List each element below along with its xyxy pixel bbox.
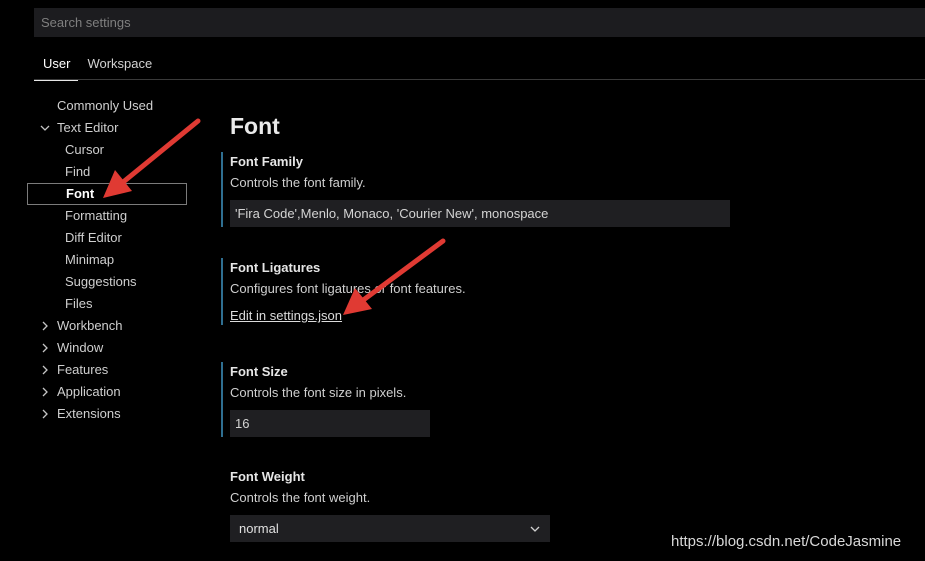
chevron-down-icon	[40, 125, 50, 131]
tree-item-label: Window	[57, 340, 104, 355]
setting-description: Controls the font weight.	[230, 490, 371, 505]
tree-item-label: Extensions	[57, 406, 121, 421]
tree-item-label: Files	[65, 296, 93, 311]
tree-item-diff-editor[interactable]: Diff Editor	[27, 227, 187, 249]
tabs-divider	[34, 79, 925, 80]
tree-item-label: Formatting	[65, 208, 128, 223]
setting-description: Configures font ligatures or font featur…	[230, 281, 466, 296]
tree-item-label: Diff Editor	[65, 230, 122, 245]
tree-item-label: Font	[66, 186, 95, 201]
search-input[interactable]	[41, 15, 925, 30]
tree-item-cursor[interactable]: Cursor	[27, 139, 187, 161]
tree-item-label: Minimap	[65, 252, 115, 267]
tree-item-label: Suggestions	[65, 274, 137, 289]
section-title: Font	[230, 113, 280, 139]
tree-item-label: Text Editor	[57, 120, 119, 135]
tree-item-minimap[interactable]: Minimap	[27, 249, 187, 271]
tree-item-label: Features	[57, 362, 109, 377]
chevron-right-icon	[42, 387, 48, 397]
settings-tree: Commonly Used Text Editor Cursor Find Fo…	[27, 95, 187, 425]
scope-tabs: User Workspace	[34, 52, 160, 81]
tree-item-suggestions[interactable]: Suggestions	[27, 271, 187, 293]
tree-item-label: Application	[57, 384, 121, 399]
tree-item-font[interactable]: Font	[27, 183, 187, 205]
tree-item-workbench[interactable]: Workbench	[27, 315, 187, 337]
tree-item-label: Cursor	[65, 142, 105, 157]
tree-item-formatting[interactable]: Formatting	[27, 205, 187, 227]
tree-item-text-editor[interactable]: Text Editor	[27, 117, 187, 139]
setting-description: Controls the font size in pixels.	[230, 385, 407, 400]
tree-item-files[interactable]: Files	[27, 293, 187, 315]
tree-item-label: Find	[65, 164, 91, 179]
edit-in-settings-json-link[interactable]: Edit in settings.json	[230, 308, 342, 323]
tree-item-extensions[interactable]: Extensions	[27, 403, 187, 425]
chevron-right-icon	[42, 321, 48, 331]
tree-item-application[interactable]: Application	[27, 381, 187, 403]
setting-font-family: Font Family Controls the font family. 'F…	[221, 152, 730, 227]
font-size-input[interactable]: 16	[230, 410, 430, 437]
setting-name: Font Family	[230, 154, 303, 169]
watermark: https://blog.csdn.net/CodeJasmine	[671, 533, 902, 550]
search-settings-box[interactable]	[34, 8, 925, 37]
chevron-down-icon	[530, 526, 540, 532]
setting-description: Controls the font family.	[230, 175, 366, 190]
chevron-right-icon	[42, 343, 48, 353]
setting-font-size: Font Size Controls the font size in pixe…	[221, 362, 430, 437]
tree-item-commonly-used[interactable]: Commonly Used	[27, 95, 187, 117]
tree-item-label: Workbench	[57, 318, 123, 333]
tree-item-label: Commonly Used	[57, 98, 154, 113]
setting-name: Font Size	[230, 364, 288, 379]
font-weight-select[interactable]: normal	[230, 515, 550, 542]
tree-item-features[interactable]: Features	[27, 359, 187, 381]
chevron-right-icon	[42, 365, 48, 375]
setting-name: Font Weight	[230, 469, 305, 484]
setting-name: Font Ligatures	[230, 260, 321, 275]
font-weight-value: normal	[239, 521, 279, 536]
tree-item-window[interactable]: Window	[27, 337, 187, 359]
setting-font-weight: Font Weight Controls the font weight. no…	[221, 467, 550, 542]
tab-user[interactable]: User	[34, 52, 79, 81]
tree-item-find[interactable]: Find	[27, 161, 187, 183]
font-family-input[interactable]: 'Fira Code',Menlo, Monaco, 'Courier New'…	[230, 200, 730, 227]
tab-workspace[interactable]: Workspace	[78, 52, 160, 80]
setting-font-ligatures: Font Ligatures Configures font ligatures…	[221, 258, 466, 325]
chevron-right-icon	[42, 409, 48, 419]
